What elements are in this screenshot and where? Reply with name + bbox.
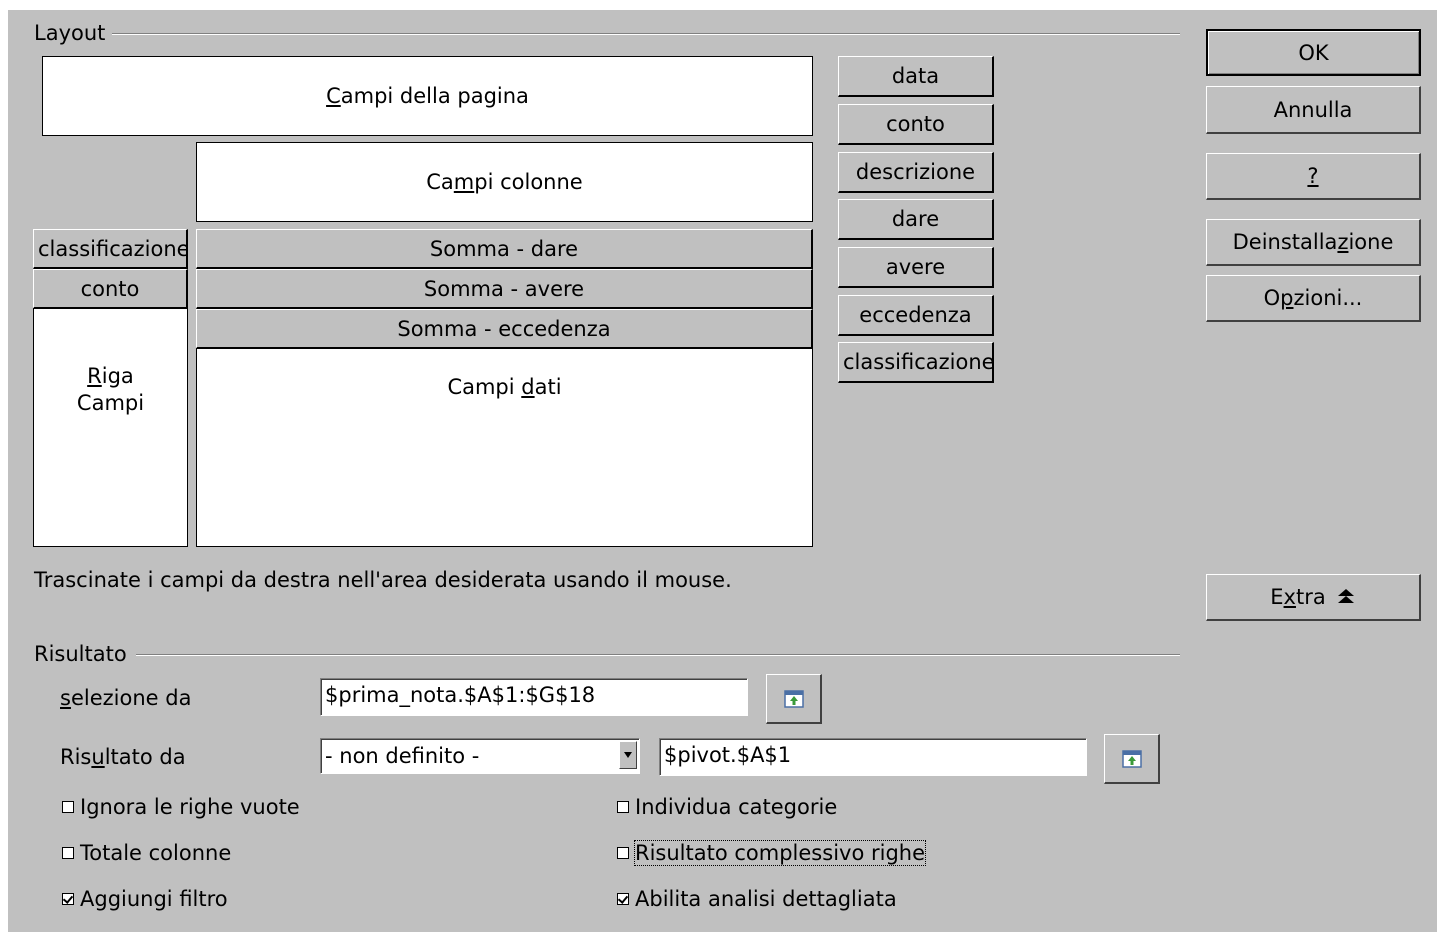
extra-button-label: Extra: [1270, 585, 1326, 609]
row-fields-label: Riga Campi: [76, 364, 145, 415]
checkbox-box: [617, 893, 629, 905]
available-field-dare[interactable]: dare: [838, 199, 994, 240]
output-destination-select[interactable]: - non definito -: [320, 738, 640, 774]
help-button-label: ?: [1307, 164, 1319, 188]
checkbox-box: [617, 801, 629, 813]
column-fields-label: Campi colonne: [426, 170, 583, 194]
checkbox-label: Abilita analisi dettagliata: [635, 887, 897, 911]
cancel-button[interactable]: Annulla: [1206, 86, 1421, 134]
result-group-label: Risultato: [34, 641, 133, 667]
selection-range-input[interactable]: $prima_nota.$A$1:$G$18: [320, 678, 748, 716]
checkbox-box: [617, 847, 629, 859]
checkbox-label: Ignora le righe vuote: [80, 795, 300, 819]
selection-shrink-button[interactable]: [766, 674, 822, 724]
checkbox-label: Individua categorie: [635, 795, 838, 819]
add-filter-checkbox[interactable]: Aggiungi filtro: [62, 886, 228, 912]
data-field-item[interactable]: Somma - eccedenza: [196, 309, 813, 349]
checkbox-label: Aggiungi filtro: [80, 887, 228, 911]
remove-button[interactable]: Deinstallazione: [1206, 219, 1421, 266]
available-field-classificazione[interactable]: classificazione: [838, 342, 994, 383]
collapse-up-icon: [1337, 589, 1354, 603]
row-fields-area[interactable]: Riga Campi: [33, 308, 188, 547]
page-fields-label: Campi della pagina: [326, 84, 529, 108]
help-button[interactable]: ?: [1206, 153, 1421, 200]
checkbox-label: Risultato complessivo righe: [633, 840, 927, 866]
checkbox-box: [62, 893, 74, 905]
checkbox-box: [62, 801, 74, 813]
output-shrink-button[interactable]: [1104, 734, 1160, 784]
ok-button[interactable]: OK: [1206, 29, 1421, 76]
total-columns-checkbox[interactable]: Totale colonne: [62, 840, 231, 866]
remove-button-label: Deinstallazione: [1232, 230, 1394, 254]
shrink-selector-icon: [1121, 749, 1142, 768]
selection-label: selezione da: [60, 686, 192, 710]
extra-button[interactable]: Extra: [1206, 574, 1421, 621]
shrink-selector-icon: [783, 689, 804, 708]
output-select-value: - non definito -: [325, 744, 480, 768]
available-field-conto[interactable]: conto: [838, 104, 994, 145]
dropdown-arrow-icon[interactable]: [619, 741, 637, 769]
page-fields-area[interactable]: Campi della pagina: [42, 56, 813, 136]
enable-drilldown-checkbox[interactable]: Abilita analisi dettagliata: [617, 886, 897, 912]
layout-group-label: Layout: [34, 20, 112, 46]
data-field-item[interactable]: Somma - dare: [196, 229, 813, 269]
output-range-input[interactable]: $pivot.$A$1: [659, 738, 1087, 776]
row-field-item[interactable]: classificazione: [33, 229, 188, 269]
options-button-label: Opzioni...: [1263, 286, 1363, 310]
data-fields-area[interactable]: Campi dati: [196, 348, 813, 547]
checkbox-box: [62, 847, 74, 859]
available-field-eccedenza[interactable]: eccedenza: [838, 295, 994, 336]
total-rows-checkbox[interactable]: Risultato complessivo righe: [617, 840, 927, 866]
layout-separator: [112, 33, 1180, 35]
output-label: Risultato da: [60, 745, 186, 769]
row-field-item[interactable]: conto: [33, 269, 188, 309]
data-fields-label: Campi dati: [447, 375, 562, 399]
available-field-descrizione[interactable]: descrizione: [838, 152, 994, 193]
ignore-empty-rows-checkbox[interactable]: Ignora le righe vuote: [62, 794, 300, 820]
available-field-avere[interactable]: avere: [838, 247, 994, 288]
data-field-item[interactable]: Somma - avere: [196, 269, 813, 309]
column-fields-area[interactable]: Campi colonne: [196, 142, 813, 222]
available-field-data[interactable]: data: [838, 56, 994, 97]
options-button[interactable]: Opzioni...: [1206, 275, 1421, 322]
drag-hint-text: Trascinate i campi da destra nell'area d…: [34, 568, 732, 592]
checkbox-label: Totale colonne: [80, 841, 232, 865]
result-separator: [136, 654, 1180, 656]
identify-categories-checkbox[interactable]: Individua categorie: [617, 794, 837, 820]
